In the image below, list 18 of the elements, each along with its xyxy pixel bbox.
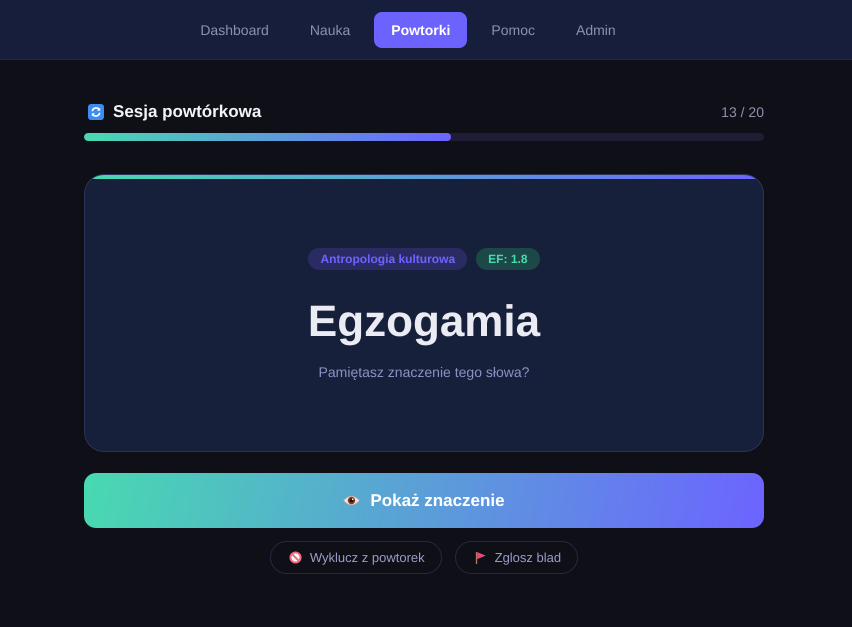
session-counter: 13 / 20 <box>721 104 764 120</box>
nav-tab[interactable]: Nauka <box>292 12 368 48</box>
report-button[interactable]: Zglosz blad <box>454 541 578 574</box>
eye-icon <box>343 494 360 507</box>
reveal-button[interactable]: Pokaż znaczenie <box>84 473 764 528</box>
exclude-button[interactable]: Wyklucz z powtorek <box>270 541 442 574</box>
nav-tab[interactable]: Pomoc <box>474 12 552 48</box>
flashcard-prompt: Pamiętasz znaczenie tego słowa? <box>318 363 530 382</box>
nav-tab[interactable]: Powtorki <box>374 12 468 48</box>
nav-tab[interactable]: Dashboard <box>183 12 286 48</box>
category-tag: Antropologia kulturowa <box>308 248 468 270</box>
flag-icon <box>474 551 487 564</box>
prohibited-icon <box>288 551 302 564</box>
session-title: Sesja powtórkowa <box>113 102 262 122</box>
ef-tag: EF: 1.8 <box>476 248 540 270</box>
flashcard-word: Egzogamia <box>308 296 540 348</box>
refresh-icon <box>88 104 104 120</box>
nav-tab[interactable]: Admin <box>558 12 633 48</box>
